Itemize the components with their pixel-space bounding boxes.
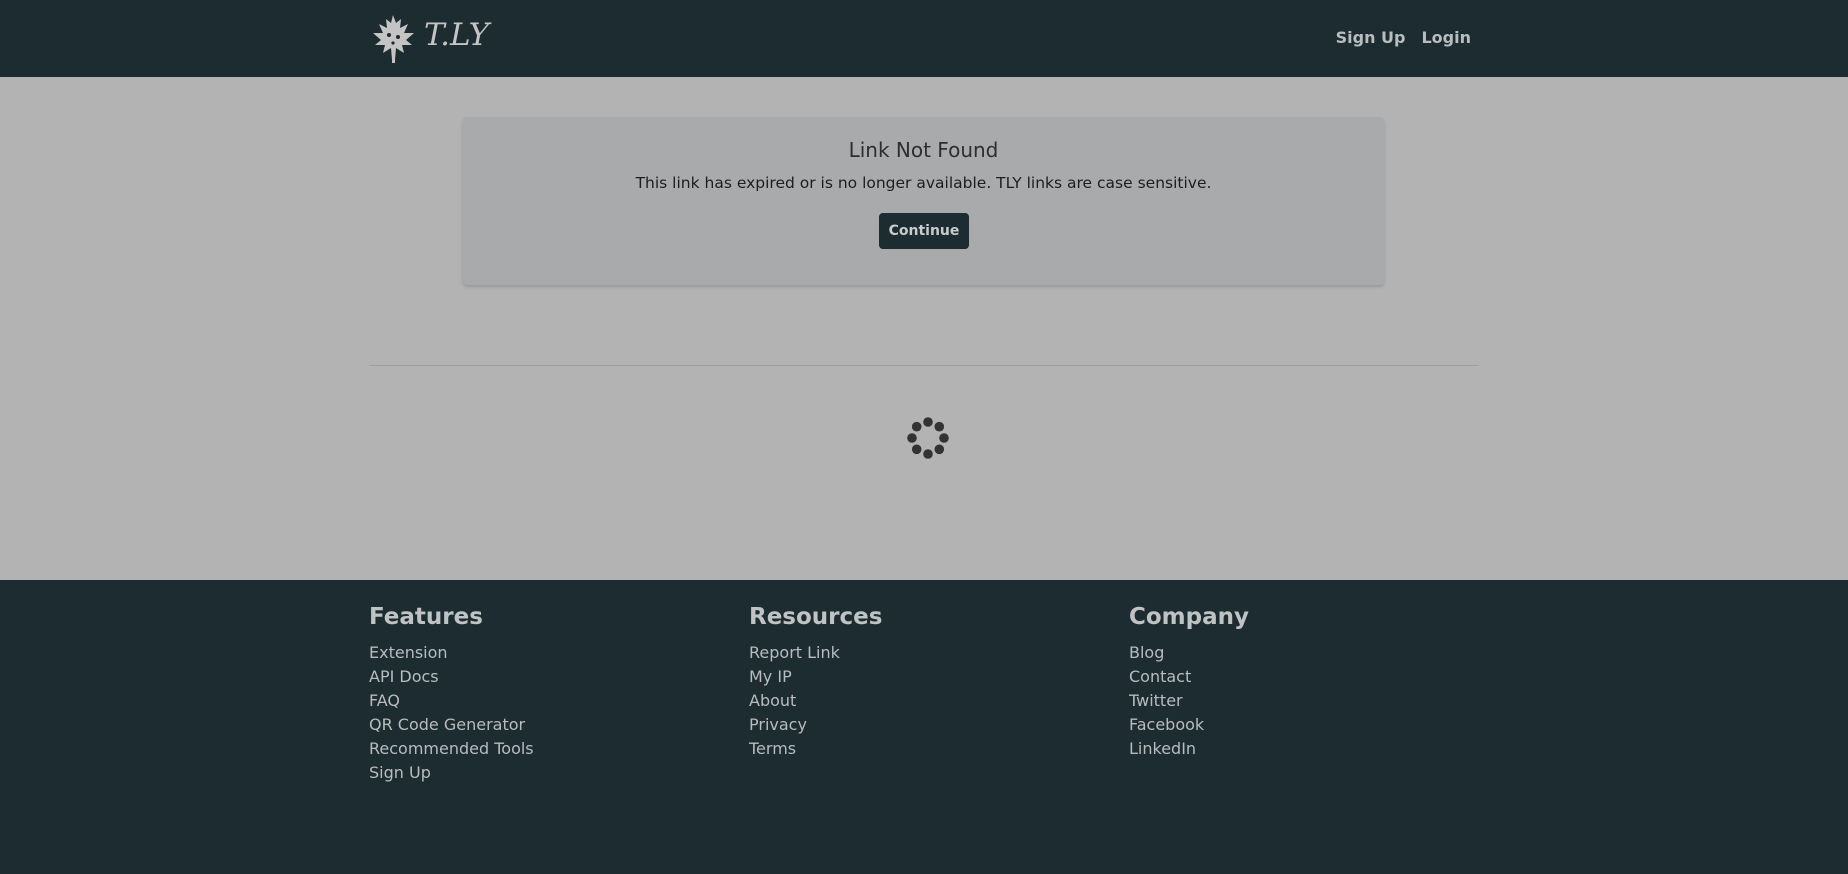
- footer-column-company: Company Blog Contact Twitter Facebook Li…: [1129, 602, 1249, 761]
- footer-heading: Company: [1129, 604, 1249, 630]
- footer-link-terms[interactable]: Terms: [749, 737, 882, 761]
- notice-title: Link Not Found: [848, 138, 999, 162]
- footer-link-privacy[interactable]: Privacy: [749, 713, 882, 737]
- notice-message: This link has expired or is no longer av…: [635, 174, 1212, 192]
- header-nav: Sign Up Login: [1336, 26, 1471, 50]
- brand-name: T.LY: [424, 17, 490, 53]
- maple-leaf-icon: [373, 15, 414, 63]
- top-navbar: T.LY Sign Up Login: [0, 0, 1848, 77]
- footer-link-blog[interactable]: Blog: [1129, 641, 1249, 665]
- footer-column-resources: Resources Report Link My IP About Privac…: [749, 602, 882, 761]
- footer-link-extension[interactable]: Extension: [369, 641, 534, 665]
- footer-link-api-docs[interactable]: API Docs: [369, 665, 534, 689]
- footer-link-facebook[interactable]: Facebook: [1129, 713, 1249, 737]
- site-footer: Features Extension API Docs FAQ QR Code …: [0, 580, 1848, 874]
- spinner-icon: [907, 417, 949, 459]
- section-divider: [369, 365, 1479, 366]
- footer-link-contact[interactable]: Contact: [1129, 665, 1249, 689]
- footer-link-faq[interactable]: FAQ: [369, 689, 534, 713]
- footer-link-about[interactable]: About: [749, 689, 882, 713]
- footer-column-features: Features Extension API Docs FAQ QR Code …: [369, 602, 534, 785]
- footer-link-linkedin[interactable]: LinkedIn: [1129, 737, 1249, 761]
- footer-link-twitter[interactable]: Twitter: [1129, 689, 1249, 713]
- footer-link-sign-up[interactable]: Sign Up: [369, 761, 534, 785]
- link-not-found-card: Link Not Found This link has expired or …: [463, 117, 1384, 285]
- login-link[interactable]: Login: [1421, 26, 1471, 50]
- footer-link-report-link[interactable]: Report Link: [749, 641, 882, 665]
- footer-link-recommended-tools[interactable]: Recommended Tools: [369, 737, 534, 761]
- continue-button[interactable]: Continue: [879, 213, 969, 249]
- footer-link-my-ip[interactable]: My IP: [749, 665, 882, 689]
- brand-logo-link[interactable]: T.LY: [371, 13, 489, 65]
- footer-link-qr-code-generator[interactable]: QR Code Generator: [369, 713, 534, 737]
- signup-link[interactable]: Sign Up: [1336, 26, 1406, 50]
- footer-heading: Features: [369, 604, 483, 630]
- footer-heading: Resources: [749, 604, 883, 630]
